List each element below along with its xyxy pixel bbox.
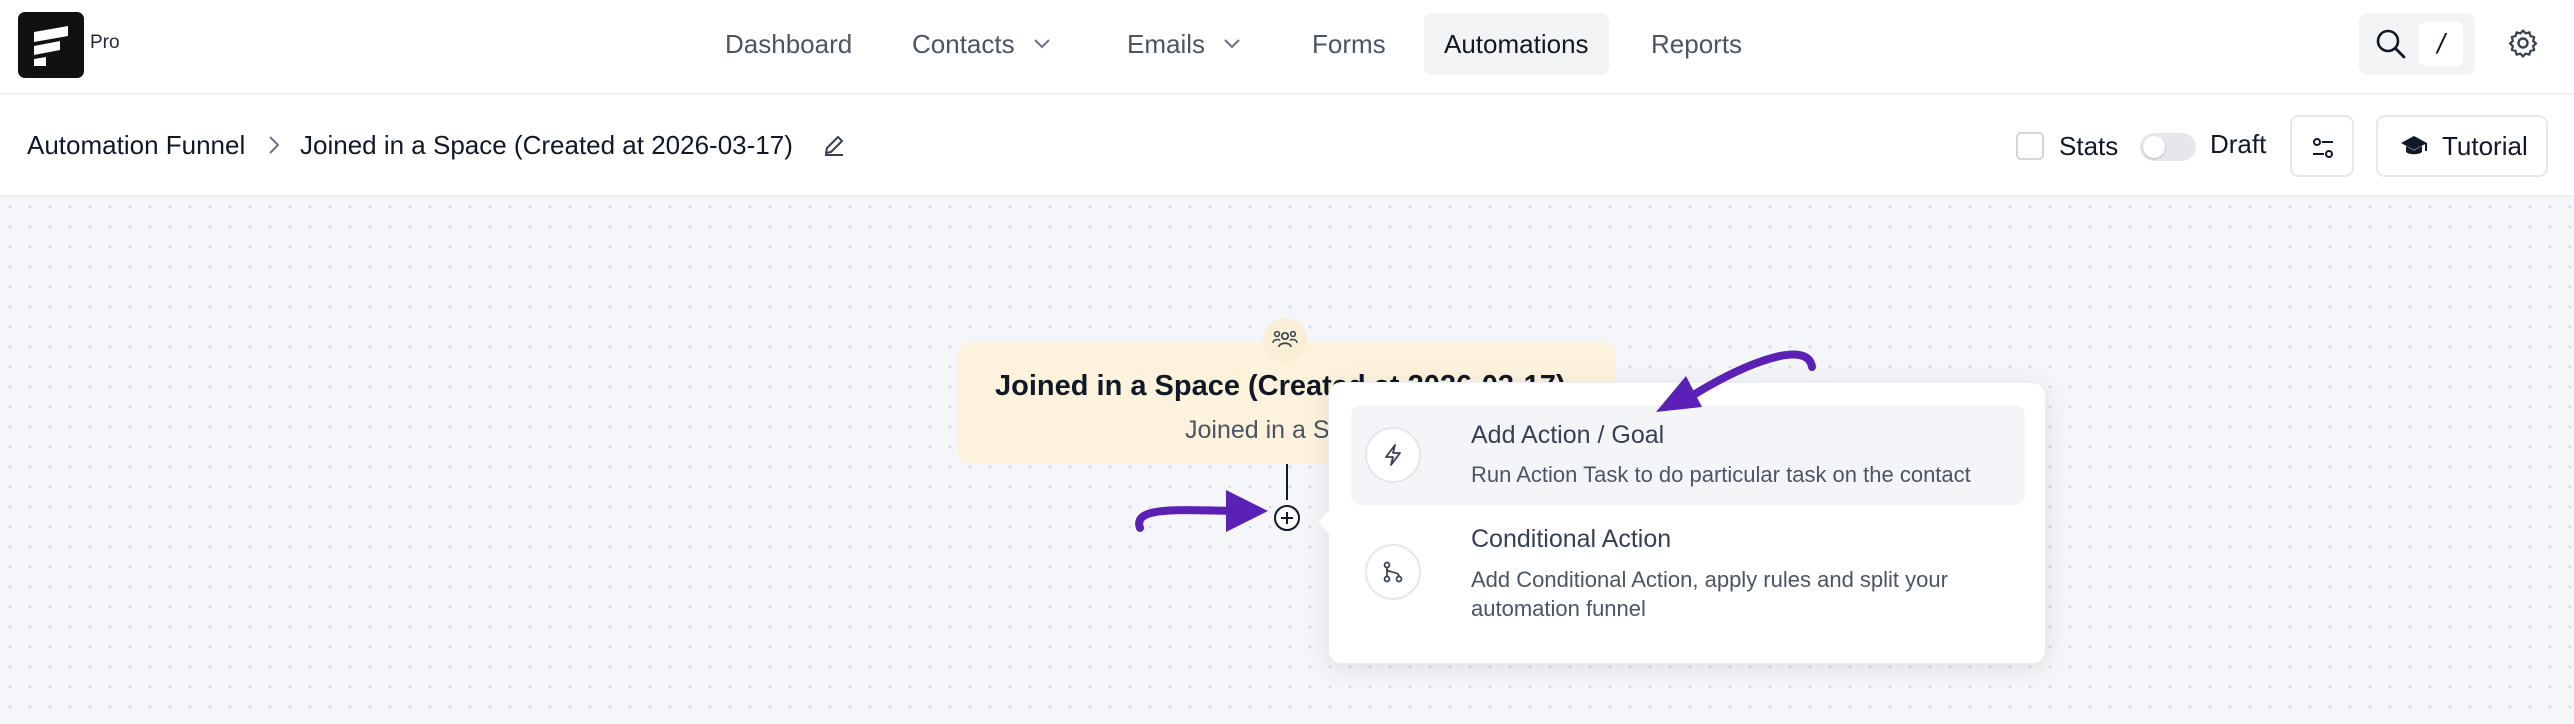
nav-contacts[interactable]: Contacts xyxy=(892,13,1071,75)
draft-toggle[interactable] xyxy=(2140,133,2196,161)
nav-emails-label: Emails xyxy=(1127,28,1206,59)
nav-forms[interactable]: Forms xyxy=(1292,13,1406,75)
plus-icon xyxy=(1281,512,1293,524)
top-navigation: Pro Dashboard Contacts Emails Forms Auto… xyxy=(0,0,2574,95)
stats-label: Stats xyxy=(2059,131,2119,161)
funnel-settings-button[interactable] xyxy=(2290,115,2354,177)
add-step-button[interactable] xyxy=(1274,505,1300,531)
nav-automations[interactable]: Automations xyxy=(1424,13,1609,75)
search-icon xyxy=(2375,28,2407,65)
fluentcrm-logo-icon xyxy=(34,26,68,66)
add-action-goal-option[interactable]: Add Action / Goal Run Action Task to do … xyxy=(1351,405,2025,505)
add-step-popover: Add Action / Goal Run Action Task to do … xyxy=(1328,382,2046,664)
funnel-connector-line xyxy=(1286,464,1288,500)
tutorial-button[interactable]: Tutorial xyxy=(2376,115,2548,177)
nav-reports-label: Reports xyxy=(1651,28,1743,59)
funnel-header: Automation Funnel Joined in a Space (Cre… xyxy=(0,95,2574,197)
graduation-cap-icon xyxy=(2401,136,2427,155)
bolt-icon xyxy=(1365,427,1421,483)
breadcrumb-current: Joined in a Space (Created at 2026-03-17… xyxy=(300,130,793,160)
pencil-icon[interactable] xyxy=(822,133,846,162)
conditional-action-option[interactable]: Conditional Action Add Conditional Actio… xyxy=(1351,517,2025,635)
nav-dashboard[interactable]: Dashboard xyxy=(705,13,872,75)
app-logo[interactable] xyxy=(18,12,84,78)
add-action-goal-title: Add Action / Goal xyxy=(1471,421,1665,449)
nav-automations-label: Automations xyxy=(1444,28,1589,59)
conditional-action-description: Add Conditional Action, apply rules and … xyxy=(1471,567,1948,621)
pro-badge: Pro xyxy=(90,32,120,53)
users-icon xyxy=(1263,318,1307,362)
sliders-icon xyxy=(2313,138,2333,158)
tutorial-label: Tutorial xyxy=(2442,130,2528,161)
global-search-button[interactable]: / xyxy=(2359,13,2475,75)
nav-dashboard-label: Dashboard xyxy=(725,28,853,59)
nav-reports[interactable]: Reports xyxy=(1631,13,1762,75)
breadcrumb-root[interactable]: Automation Funnel xyxy=(27,130,245,161)
nav-contacts-label: Contacts xyxy=(912,28,1015,59)
search-shortcut-key: / xyxy=(2419,22,2463,66)
draft-label: Draft xyxy=(2210,129,2267,159)
stats-checkbox[interactable] xyxy=(2016,132,2044,160)
chevron-right-icon xyxy=(268,135,280,160)
chevron-down-icon xyxy=(1223,38,1241,50)
nav-forms-label: Forms xyxy=(1312,28,1386,59)
conditional-action-title: Conditional Action xyxy=(1471,525,1672,553)
branch-icon xyxy=(1365,544,1421,600)
nav-emails[interactable]: Emails xyxy=(1107,13,1261,75)
chevron-down-icon xyxy=(1033,38,1051,50)
gear-icon[interactable] xyxy=(2508,28,2538,63)
add-action-goal-description: Run Action Task to do particular task on… xyxy=(1471,462,1971,487)
